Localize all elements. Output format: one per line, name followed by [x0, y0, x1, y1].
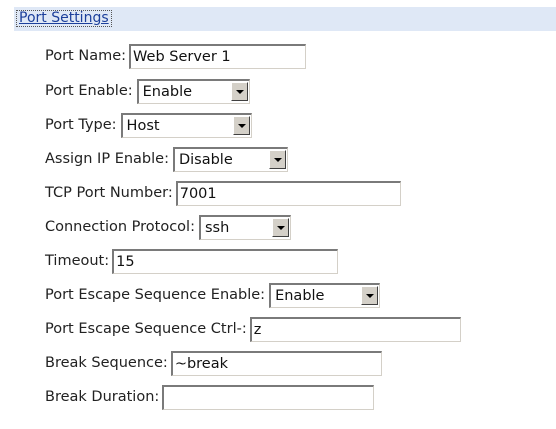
port-settings-page: Port Settings Port Name: Web Server 1 Po… — [0, 0, 556, 429]
port-enable-value: Enable — [142, 83, 193, 100]
chevron-down-icon[interactable] — [268, 150, 286, 169]
protocol-value: ssh — [204, 219, 230, 236]
escape-enable-select[interactable]: Enable — [269, 282, 381, 308]
break-duration-row: Break Duration: — [45, 382, 375, 412]
port-type-label: Port Type: — [45, 117, 117, 133]
escape-ctrl-input[interactable]: z — [249, 316, 461, 342]
break-sequence-label: Break Sequence: — [45, 355, 168, 371]
port-type-select[interactable]: Host — [120, 112, 252, 138]
chevron-down-icon[interactable] — [230, 82, 248, 101]
port-enable-label: Port Enable: — [45, 83, 133, 99]
escape-enable-label: Port Escape Sequence Enable: — [45, 287, 266, 303]
chevron-down-icon[interactable] — [232, 116, 250, 135]
break-sequence-row: Break Sequence: ~break — [45, 348, 382, 378]
chevron-down-icon[interactable] — [361, 286, 379, 305]
tcp-port-label: TCP Port Number: — [45, 185, 173, 201]
assign-ip-label: Assign IP Enable: — [45, 151, 169, 167]
break-duration-label: Break Duration: — [45, 389, 160, 405]
escape-enable-row: Port Escape Sequence Enable: Enable — [45, 280, 381, 310]
assign-ip-value: Disable — [178, 151, 233, 168]
break-duration-input[interactable] — [162, 384, 375, 410]
protocol-row: Connection Protocol: ssh — [45, 212, 291, 242]
section-header: Port Settings — [14, 7, 556, 31]
chevron-down-icon[interactable] — [271, 218, 289, 237]
port-settings-link[interactable]: Port Settings — [16, 10, 112, 27]
escape-enable-value: Enable — [275, 287, 325, 304]
timeout-input[interactable]: 15 — [112, 248, 339, 274]
tcp-port-input[interactable]: 7001 — [175, 180, 401, 206]
protocol-label: Connection Protocol: — [45, 219, 195, 235]
escape-ctrl-label: Port Escape Sequence Ctrl-: — [45, 321, 247, 337]
tcp-port-row: TCP Port Number: 7001 — [45, 178, 401, 208]
timeout-label: Timeout: — [45, 253, 110, 269]
escape-ctrl-row: Port Escape Sequence Ctrl-: z — [45, 314, 461, 344]
port-name-input[interactable]: Web Server 1 — [129, 43, 307, 69]
protocol-select[interactable]: ssh — [198, 214, 291, 240]
assign-ip-select[interactable]: Disable — [172, 146, 288, 172]
port-name-label: Port Name: — [45, 48, 127, 64]
break-sequence-input[interactable]: ~break — [170, 350, 382, 376]
port-type-row: Port Type: Host — [45, 110, 252, 140]
assign-ip-row: Assign IP Enable: Disable — [45, 144, 288, 174]
port-type-value: Host — [126, 117, 160, 134]
timeout-row: Timeout: 15 — [45, 246, 339, 276]
port-enable-select[interactable]: Enable — [136, 78, 250, 104]
port-name-row: Port Name: Web Server 1 — [45, 41, 307, 71]
port-enable-row: Port Enable: Enable — [45, 76, 250, 106]
